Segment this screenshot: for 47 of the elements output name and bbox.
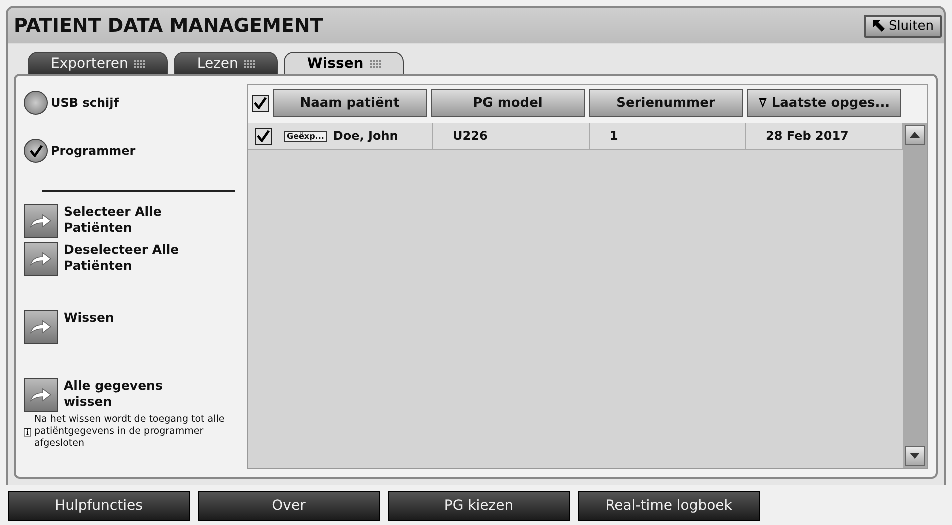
scroll-down-button[interactable] xyxy=(905,446,925,466)
sort-icon xyxy=(758,97,768,109)
scroll-up-button[interactable] xyxy=(905,125,925,145)
nav-button[interactable]: PG kiezen xyxy=(388,491,570,521)
action-button[interactable] xyxy=(24,242,58,276)
check-icon xyxy=(30,145,42,157)
column-header[interactable]: PG model xyxy=(431,89,585,117)
action-label: Alle gegevens wissen xyxy=(64,378,164,410)
column-header[interactable]: Laatste opges... xyxy=(747,89,901,117)
nav-button[interactable]: Hulpfuncties xyxy=(8,491,190,521)
action-button[interactable] xyxy=(24,204,58,238)
nav-button[interactable]: Over xyxy=(198,491,380,521)
tab[interactable]: Wissen xyxy=(284,52,404,74)
curved-arrow-icon xyxy=(30,388,52,402)
radio-label: Programmer xyxy=(51,144,136,158)
radio-button[interactable] xyxy=(24,139,48,163)
nav-button[interactable]: Real-time logboek xyxy=(578,491,760,521)
radio-label: USB schijf xyxy=(51,96,119,110)
check-icon xyxy=(256,130,270,142)
table-cell: 28 Feb 2017 xyxy=(766,129,849,143)
down-triangle-icon xyxy=(910,453,920,459)
action-button[interactable] xyxy=(24,378,58,412)
column-header[interactable]: Naam patiënt xyxy=(273,89,427,117)
status-tag: Geëxp... xyxy=(284,130,328,142)
window-title: PATIENT DATA MANAGEMENT xyxy=(14,15,324,37)
select-all-checkbox[interactable] xyxy=(252,94,269,112)
pointer-arrow-icon xyxy=(872,19,886,33)
table-cell: U226 xyxy=(453,129,488,143)
action-button[interactable] xyxy=(24,310,58,344)
check-icon xyxy=(254,97,267,109)
action-label: Wissen xyxy=(64,310,116,326)
action-label: Deselecteer Alle Patiënten xyxy=(64,242,180,274)
table-cell: Doe, John xyxy=(333,129,398,143)
action-label: Selecteer Alle Patiënten xyxy=(64,204,163,236)
row-checkbox[interactable] xyxy=(254,128,272,144)
radio-button[interactable] xyxy=(24,91,48,115)
tab[interactable]: Exporteren xyxy=(28,52,168,74)
column-header[interactable]: Serienummer xyxy=(589,89,743,117)
curved-arrow-icon xyxy=(30,252,52,266)
curved-arrow-icon xyxy=(30,214,52,228)
up-triangle-icon xyxy=(910,132,920,138)
tab[interactable]: Lezen xyxy=(174,52,278,74)
info-note: Na het wissen wordt de toegang tot alle patiëntgegevens in de programmer afgesloten xyxy=(34,414,226,450)
scrollbar[interactable] xyxy=(903,123,927,468)
table-cell: 1 xyxy=(610,129,618,143)
close-button[interactable]: Sluiten xyxy=(864,14,942,38)
curved-arrow-icon xyxy=(30,320,52,334)
